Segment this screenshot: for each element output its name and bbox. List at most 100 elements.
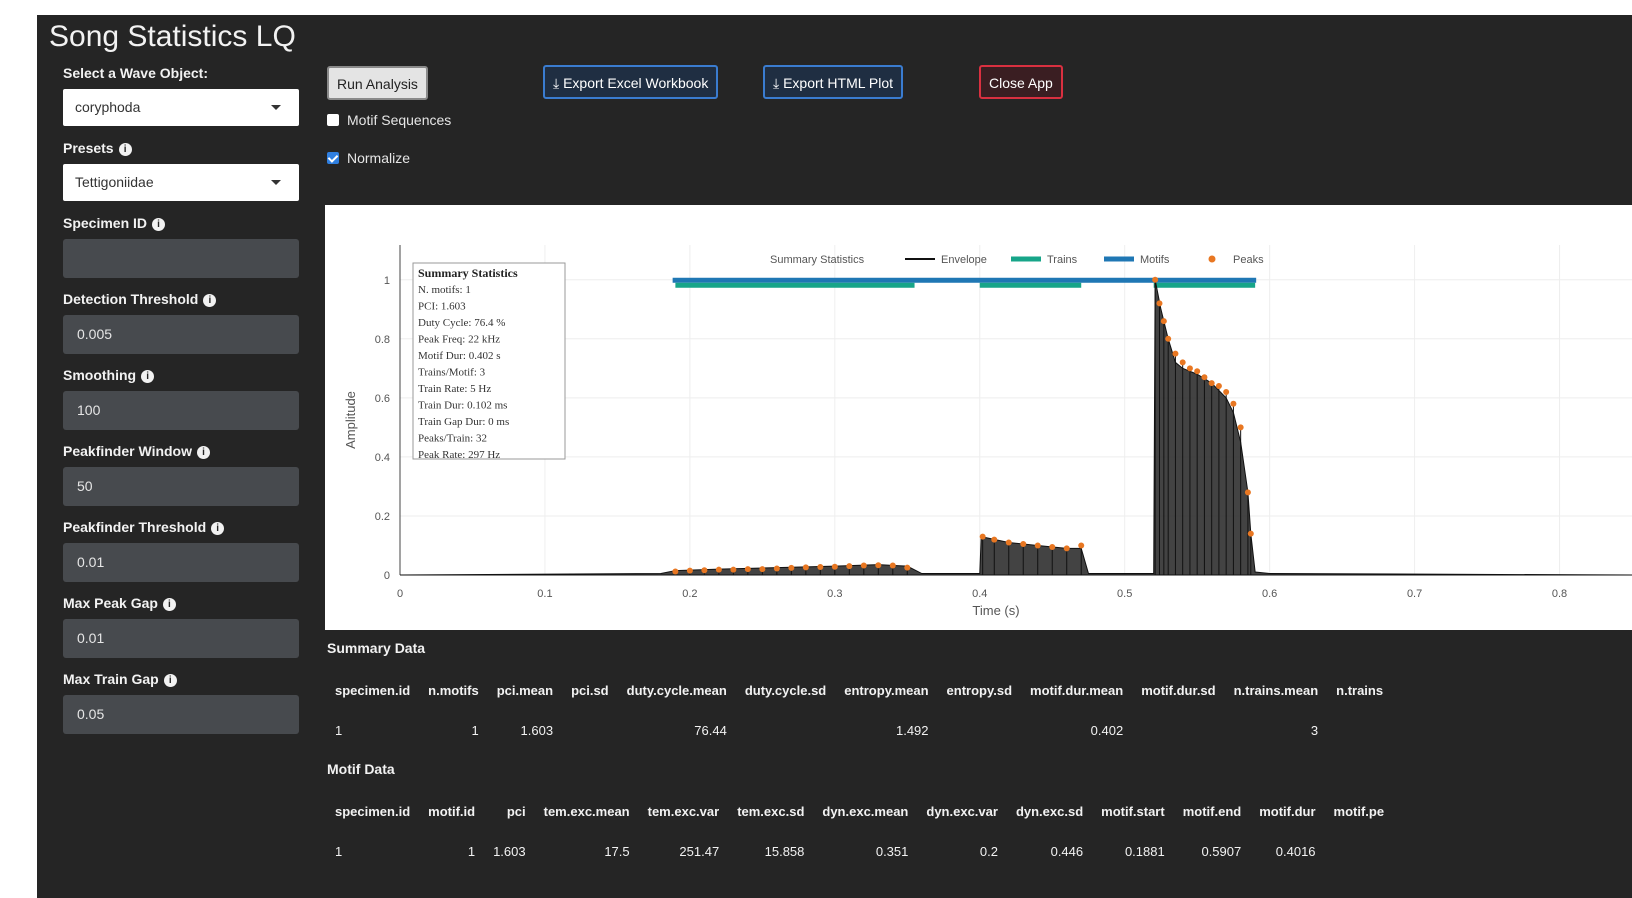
amplitude-chart[interactable]: 0 0.1 0.2 0.3 0.4 0.5 0.6 0.7 0.8 0 0.2 0.4 0.6 0.8 1 T…	[325, 205, 1632, 630]
column-header[interactable]: n.trains	[1327, 670, 1392, 710]
max-peak-gap-input[interactable]: 0.01	[63, 619, 299, 658]
x-tick-label: 0.2	[682, 588, 697, 600]
column-header[interactable]: tem.exc.mean	[535, 791, 639, 831]
peak-point	[831, 563, 838, 570]
table-cell: 3	[1310, 722, 1319, 738]
table-row: 1 1 1.603 76.44 1.492 0.402 3	[327, 710, 1392, 750]
max-train-gap-input[interactable]: 0.05	[63, 695, 299, 734]
column-header[interactable]: tem.exc.var	[639, 791, 729, 831]
peak-point	[860, 562, 867, 569]
info-icon[interactable]: i	[163, 673, 177, 687]
peak-point	[904, 564, 911, 571]
smoothing-input[interactable]: 100	[63, 391, 299, 430]
peak-point	[1244, 489, 1251, 496]
column-header[interactable]: dyn.exc.sd	[1007, 791, 1092, 831]
peak-point	[1247, 530, 1254, 537]
column-header[interactable]: tem.exc.sd	[728, 791, 813, 831]
train-bar	[1153, 282, 1256, 288]
column-header[interactable]: motif.dur.mean	[1021, 670, 1132, 710]
info-icon[interactable]: i	[211, 521, 225, 535]
column-header[interactable]: motif.dur	[1250, 791, 1324, 831]
peak-point	[686, 567, 693, 574]
column-header[interactable]: dyn.exc.mean	[813, 791, 917, 831]
info-icon[interactable]: i	[152, 217, 166, 231]
summary-stats-line: Train Rate: 5 Hz	[418, 383, 491, 395]
peak-point	[1179, 359, 1186, 366]
presets-value: Tettigoniidae	[75, 174, 154, 190]
column-header[interactable]: motif.start	[1092, 791, 1174, 831]
peakfinder-threshold-input[interactable]: 0.01	[63, 543, 299, 582]
peak-point	[1156, 300, 1163, 307]
specimen-id-input[interactable]	[63, 239, 299, 278]
export-excel-button[interactable]: ⤓ Export Excel Workbook	[543, 65, 719, 99]
x-tick-label: 0.3	[827, 588, 842, 600]
summary-stats-line: Peak Rate: 297 Hz	[418, 449, 500, 461]
info-icon[interactable]: i	[197, 445, 211, 459]
info-icon[interactable]: i	[162, 597, 176, 611]
peakfinder-window-input[interactable]: 50	[63, 467, 299, 506]
motif-sequences-checkbox[interactable]: Motif Sequences	[327, 112, 451, 128]
y-tick-label: 0.2	[375, 511, 390, 523]
column-header[interactable]: entropy.sd	[938, 670, 1022, 710]
detection-threshold-input[interactable]: 0.005	[63, 315, 299, 354]
run-analysis-button[interactable]: Run Analysis	[327, 66, 428, 100]
x-tick-label: 0.8	[1552, 588, 1567, 600]
column-header[interactable]: motif.pe	[1325, 791, 1394, 831]
info-icon[interactable]: i	[203, 293, 217, 307]
sidebar: Select a Wave Object: coryphoda Presets i…	[63, 65, 299, 747]
table-cell: 251.47	[679, 843, 720, 859]
table-row: 1 1 1.603 17.5 251.47 15.858 0.351 0.2 0.446 0.18…	[327, 831, 1393, 871]
column-header[interactable]: pci.sd	[562, 670, 618, 710]
column-header[interactable]: n.motifs	[419, 670, 488, 710]
close-app-button[interactable]: Close App	[979, 65, 1063, 99]
info-icon[interactable]: i	[118, 142, 132, 156]
peak-point	[1165, 335, 1172, 342]
table-cell: 1.603	[493, 843, 526, 859]
summary-stats-line: Motif Dur: 0.402 s	[418, 350, 501, 362]
column-header[interactable]: motif.dur.sd	[1132, 670, 1224, 710]
export-html-button[interactable]: ⤓ Export HTML Plot	[763, 65, 904, 99]
column-header[interactable]: pci.mean	[488, 670, 562, 710]
peak-point	[1194, 368, 1201, 375]
peak-point	[802, 564, 809, 571]
column-header[interactable]: motif.end	[1174, 791, 1251, 831]
y-tick-label: 0.6	[375, 393, 390, 405]
peak-point	[991, 536, 998, 543]
table-cell	[938, 710, 1022, 750]
y-tick-label: 0	[384, 570, 390, 582]
table-cell: 1	[335, 843, 343, 859]
table-cell: 0.4016	[1275, 843, 1316, 859]
plot-panel[interactable]: 0 0.1 0.2 0.3 0.4 0.5 0.6 0.7 0.8 0 0.2 0.4 0.6 0.8 1 T…	[325, 205, 1632, 630]
column-header[interactable]: pci	[484, 791, 535, 831]
column-header[interactable]: specimen.id	[327, 791, 419, 831]
max-peak-gap-label: Max Peak Gap i	[63, 595, 299, 611]
column-header[interactable]: dyn.exc.var	[917, 791, 1007, 831]
summary-stats-title: Summary Statistics	[418, 266, 518, 280]
column-header[interactable]: entropy.mean	[835, 670, 937, 710]
table-cell: 1	[467, 843, 476, 859]
column-header[interactable]: n.trains.mean	[1225, 670, 1328, 710]
peak-point	[759, 566, 766, 573]
legend-item: Envelope	[941, 254, 987, 266]
checkbox-checked-icon[interactable]	[327, 152, 339, 164]
train-bar	[675, 282, 915, 288]
column-header[interactable]: duty.cycle.sd	[736, 670, 835, 710]
summary-stats-line: PCI: 1.603	[418, 301, 466, 313]
normalize-checkbox[interactable]: Normalize	[327, 150, 410, 166]
info-icon[interactable]: i	[141, 369, 155, 383]
wave-object-select[interactable]: coryphoda	[63, 89, 299, 126]
table-cell: 0.2	[979, 843, 998, 859]
checkbox-unchecked-icon[interactable]	[327, 114, 339, 126]
peak-point	[744, 566, 751, 573]
presets-select[interactable]: Tettigoniidae	[63, 164, 299, 201]
peak-point	[1186, 365, 1193, 372]
column-header[interactable]: motif.id	[419, 791, 484, 831]
column-header[interactable]: specimen.id	[327, 670, 419, 710]
table-cell	[736, 710, 835, 750]
summary-data-title: Summary Data	[327, 640, 426, 656]
column-header[interactable]: duty.cycle.mean	[618, 670, 736, 710]
max-peak-gap-label-text: Max Peak Gap	[63, 595, 158, 611]
smoothing-label: Smoothing i	[63, 367, 299, 383]
table-header-row: specimen.id n.motifs pci.mean pci.sd duty.cy…	[327, 670, 1392, 710]
peak-point	[672, 568, 679, 575]
